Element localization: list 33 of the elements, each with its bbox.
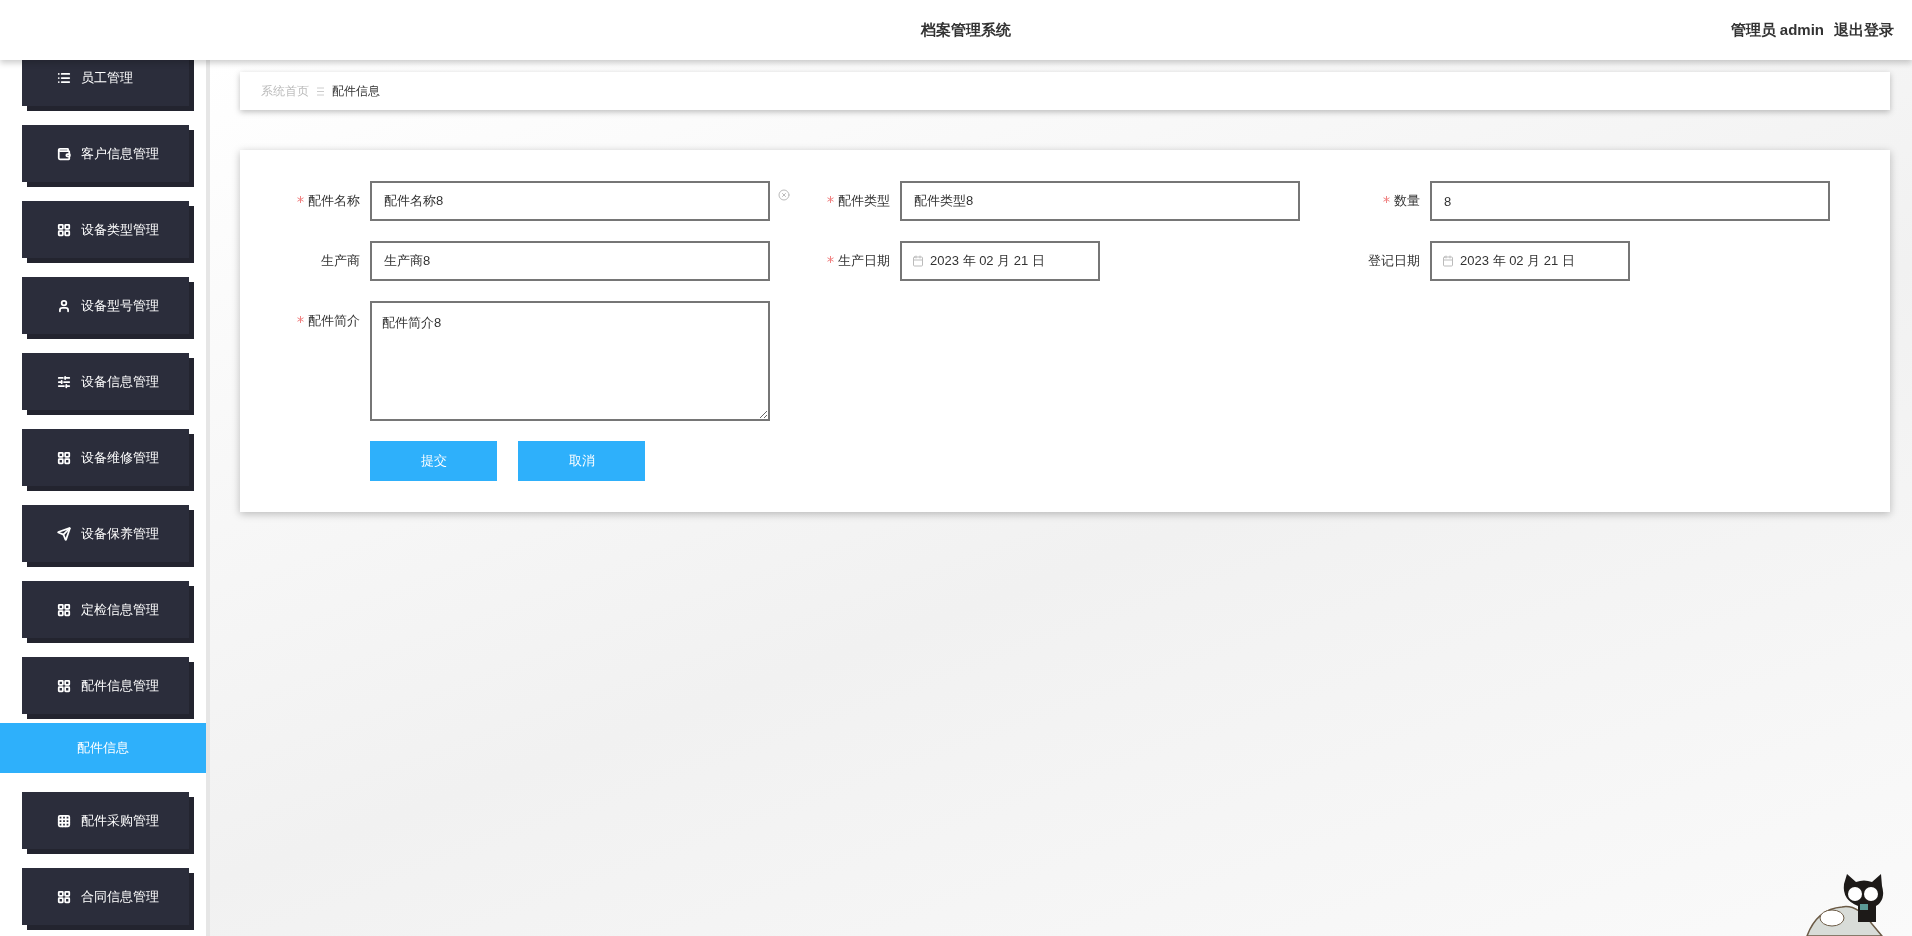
wallet-icon <box>57 146 71 161</box>
field-label: 数量 <box>1394 192 1420 211</box>
separator-icon <box>317 86 324 96</box>
input-field[interactable]: 配件类型8 <box>900 181 1300 221</box>
user-icon <box>57 298 71 313</box>
field-label: 生产日期 <box>838 252 890 271</box>
grid-icon <box>57 813 71 828</box>
calendar-icon <box>912 255 924 267</box>
sliders-icon <box>57 374 71 389</box>
field-label: 配件简介 <box>308 312 360 331</box>
clear-icon[interactable] <box>778 189 790 201</box>
grid-icon <box>57 678 71 693</box>
list-icon <box>57 70 71 85</box>
field-label: 登记日期 <box>1368 252 1420 271</box>
field-label: 生产商 <box>321 252 360 271</box>
grid-icon <box>57 602 71 617</box>
input-field[interactable]: 生产商8 <box>370 241 770 281</box>
paper-plane-icon <box>57 526 71 541</box>
logout-link[interactable]: 退出登录 <box>1834 18 1894 42</box>
grid-icon <box>57 450 71 465</box>
app-title: 档案管理系统 <box>921 19 1011 40</box>
breadcrumb-link[interactable]: 配件信息 <box>332 82 380 100</box>
field-label: 配件名称 <box>308 192 360 211</box>
date-field[interactable]: 2023 年 02 月 21 日 <box>1430 241 1630 281</box>
calendar-icon <box>1442 255 1454 267</box>
field-label: 配件类型 <box>838 192 890 211</box>
grid-icon <box>57 889 71 904</box>
user-name: 管理员 admin <box>1730 19 1824 40</box>
date-field[interactable]: 2023 年 02 月 21 日 <box>900 241 1100 281</box>
input-field[interactable]: 配件名称8 <box>370 181 770 221</box>
textarea-field[interactable]: 配件简介8 <box>370 301 770 421</box>
input-field[interactable]: 8 <box>1430 181 1830 221</box>
grid-icon <box>57 222 71 237</box>
